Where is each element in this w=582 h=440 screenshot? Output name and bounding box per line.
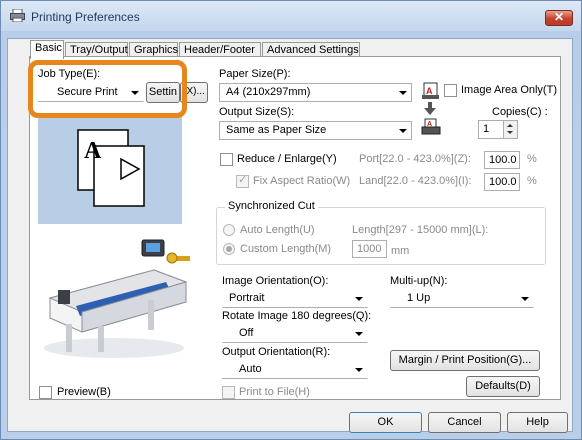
svg-text:A: A [426,86,433,96]
output-size-value: Same as Paper Size [226,124,327,136]
chevron-down-icon [521,297,529,301]
paper-preview-area: A [38,116,182,224]
paper-size-label: Paper Size(P): [219,68,291,80]
arrow-down-icon [424,102,436,115]
close-button[interactable]: ✕ [545,10,573,26]
land-range-label: Land[22.0 - 423.0%](I): [359,175,472,187]
paper-size-value: A4 (210x297mm) [226,86,311,98]
output-orientation-select[interactable]: Auto [222,360,368,379]
image-orientation-select[interactable]: Portrait [222,289,368,308]
port-percent-input[interactable]: 100.0 [484,151,520,169]
multi-up-value: 1 Up [407,292,431,304]
window-title: Printing Preferences [31,10,140,24]
synchronized-cut-legend: Synchronized Cut [225,200,318,212]
port-range-label: Port[22.0 - 423.0%](Z): [359,153,471,165]
help-button[interactable]: Help [507,412,568,433]
chevron-down-icon [399,129,407,133]
ok-button[interactable]: OK [349,412,422,433]
copies-spinner[interactable]: 1 [478,120,518,139]
preview-checkbox[interactable] [39,386,52,399]
preview-letter: A [84,138,102,164]
output-orientation-label: Output Orientation(R): [222,346,331,358]
auto-length-label: Auto Length(U) [240,224,315,236]
job-type-highlight [28,60,187,118]
paper-size-select[interactable]: A4 (210x297mm) [219,83,412,102]
tab-basic[interactable]: Basic [30,40,64,59]
cancel-button[interactable]: Cancel [428,412,501,433]
rotate-select[interactable]: Off [222,324,368,343]
preview-label: Preview(B) [57,386,111,398]
image-area-only-checkbox[interactable] [444,84,457,97]
image-orientation-label: Image Orientation(O): [222,275,329,287]
chevron-down-icon [355,297,363,301]
chevron-down-icon [399,91,407,95]
defaults-button[interactable]: Defaults(D) [466,376,540,397]
copies-label: Copies(C) : [492,106,548,118]
wide-format-printer-image [44,239,190,358]
fix-aspect-ratio-checkbox[interactable]: ✓ [236,174,249,188]
title-bar: Printing Preferences ✕ [1,1,581,31]
fix-aspect-ratio-label: Fix Aspect Ratio(W) [253,175,351,187]
output-orientation-value: Auto [239,363,262,375]
custom-length-radio[interactable] [223,243,235,255]
print-to-file-checkbox[interactable] [222,386,235,399]
custom-length-label: Custom Length(M) [240,243,332,255]
chevron-down-icon [355,332,363,336]
chevron-down-icon [355,368,363,372]
reduce-enlarge-label: Reduce / Enlarge(Y) [237,153,337,165]
reduce-enlarge-checkbox[interactable] [220,153,233,166]
custom-length-input[interactable]: 1000 [352,240,387,258]
spinner-arrows-icon[interactable] [503,121,517,138]
land-percent-unit: % [527,175,537,187]
output-printer-icon: A [421,118,441,135]
output-size-label: Output Size(S): [219,106,295,118]
paper-size-icon: A [422,82,439,99]
length-range-label: Length[297 - 15000 mm](L): [352,224,489,236]
print-to-file-label: Print to File(H) [239,386,310,398]
printer-icon [10,9,25,22]
checkmark-icon: ✓ [238,174,248,186]
multi-up-label: Multi-up(N): [390,275,448,287]
paper-preview-graphic: A [77,129,145,207]
output-size-select[interactable]: Same as Paper Size [219,121,412,140]
port-percent-unit: % [527,153,537,165]
land-percent-input[interactable]: 100.0 [484,173,520,191]
rotate-value: Off [239,327,254,339]
image-orientation-value: Portrait [229,292,265,304]
image-area-only-label: Image Area Only(T) [461,84,557,96]
rotate-label: Rotate Image 180 degrees(Q): [222,310,372,322]
length-unit: mm [391,245,410,257]
copies-value: 1 [483,123,490,135]
multi-up-select[interactable]: 1 Up [390,289,534,308]
auto-length-radio[interactable] [223,224,235,236]
margin-print-position-button[interactable]: Margin / Print Position(G)... [390,350,540,371]
